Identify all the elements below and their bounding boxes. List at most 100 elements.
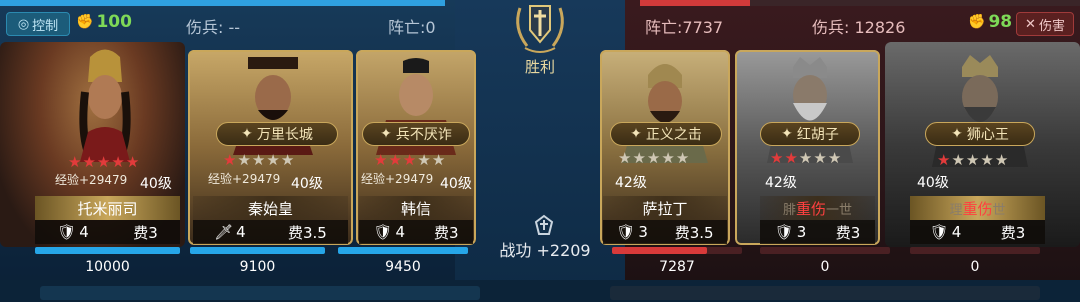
star-icon: ★ <box>266 151 281 169</box>
tank-icon: 🛡 <box>57 223 77 241</box>
bottom-strip <box>0 280 1080 302</box>
level-label: 40级 <box>917 175 949 191</box>
star-rating: ★★★★★ <box>770 149 842 167</box>
control-icon: ◎ <box>17 16 30 32</box>
unit-name: 秦始皇 <box>193 196 348 220</box>
hp-value: 0 <box>970 259 980 275</box>
exp-label: 经验+29479 <box>361 172 434 186</box>
wreath-sword-emblem <box>516 5 564 53</box>
star-icon: ★ <box>965 151 981 169</box>
cost-bar: 🛡 3 费3.5 <box>603 220 727 244</box>
star-icon: ★ <box>618 149 633 167</box>
skill-badge: ✦ 万里长城 <box>216 122 338 146</box>
cost-bar: 🛡 4 费3 <box>35 220 180 244</box>
fist-icon: ✊ <box>968 14 986 30</box>
tank-icon: 🛡 <box>929 223 949 241</box>
exp-label: 经验+29479 <box>208 172 281 186</box>
hp-bar <box>338 247 468 254</box>
unit-name: 托米丽司 <box>35 196 180 220</box>
star-icon: ★ <box>784 149 799 167</box>
skill-icon: ✦ <box>241 126 253 142</box>
level-label: 40级 <box>440 176 472 192</box>
level-label: 42级 <box>765 175 797 191</box>
level-label: 42级 <box>615 175 647 191</box>
skill-badge: ✦ 红胡子 <box>760 122 860 146</box>
skill-badge: ✦ 正义之击 <box>610 122 722 146</box>
cost-bar: 🛡 4 费3 <box>359 220 473 244</box>
star-icon: ★ <box>813 149 828 167</box>
star-icon: ★ <box>770 149 785 167</box>
star-icon: ★ <box>675 149 691 167</box>
star-icon: ★ <box>431 151 447 169</box>
star-icon: ★ <box>980 151 995 169</box>
damage-button[interactable]: ✕ 伤害 <box>1016 12 1074 36</box>
star-rating: ★★★★★ <box>223 151 295 169</box>
left-army-bar <box>0 0 445 6</box>
hp-bar <box>612 247 742 254</box>
cost-bar: 🛡 4 费3 <box>910 220 1045 244</box>
unit-card-richard[interactable]: ✦ 狮心王 ★★★★★ 40级 理重伤世 🛡 4 费3 <box>885 42 1080 247</box>
close-icon: ✕ <box>1025 16 1036 32</box>
unit-name: 理重伤世 <box>910 196 1045 220</box>
right-wounded: 伤兵: 12826 <box>812 18 906 37</box>
unit-card-qinshihuang[interactable]: ✦ 万里长城 ★★★★★ 经验+29479 40级 秦始皇 🗡 4 费3.5 <box>188 50 353 245</box>
control-label: 控制 <box>32 18 59 34</box>
skill-icon: ✦ <box>630 126 642 142</box>
hp-value: 0 <box>820 259 830 275</box>
hp-bar <box>35 247 180 254</box>
cost-bar: 🗡 4 费3.5 <box>193 220 348 244</box>
hp-bar <box>760 247 890 254</box>
unit-card-barbarossa[interactable]: ✦ 红胡子 ★★★★★ 42级 腓重伤 一世 🛡 3 费3 <box>735 50 880 245</box>
star-icon: ★ <box>111 153 126 171</box>
star-rating: ★★★★★ <box>68 153 140 171</box>
star-icon: ★ <box>82 153 97 171</box>
hp-value: 7287 <box>659 259 695 275</box>
right-dead: 阵亡:7737 <box>645 18 724 37</box>
star-rating: ★★★★★ <box>374 151 446 169</box>
damage-label: 伤害 <box>1038 18 1065 34</box>
level-label: 40级 <box>140 176 172 192</box>
unit-name: 萨拉丁 <box>603 196 727 220</box>
star-icon: ★ <box>646 149 662 167</box>
unit-card-hanxin[interactable]: ✦ 兵不厌诈 ★★★★★ 经验+29479 40级 韩信 🛡 4 费3 <box>356 50 476 245</box>
star-icon: ★ <box>374 151 389 169</box>
star-icon: ★ <box>417 151 432 169</box>
hp-value: 10000 <box>85 259 130 275</box>
star-icon: ★ <box>388 151 403 169</box>
unit-name: 韩信 <box>359 196 473 220</box>
control-button[interactable]: ◎ 控制 <box>6 12 70 36</box>
star-icon: ★ <box>280 151 296 169</box>
right-morale: ✊ 98 <box>968 12 1012 32</box>
tank-icon: 🛡 <box>774 223 794 241</box>
star-icon: ★ <box>632 149 647 167</box>
hp-bar <box>910 247 1040 254</box>
star-icon: ★ <box>798 149 814 167</box>
unit-card-tomyris[interactable]: ★★★★★ 经验+29479 40级 托米丽司 🛡 4 费3 <box>0 42 185 247</box>
hp-value: 9450 <box>385 259 421 275</box>
star-icon: ★ <box>994 151 1010 169</box>
star-icon: ★ <box>951 151 966 169</box>
level-label: 40级 <box>291 176 323 192</box>
left-dead: 阵亡:0 <box>388 18 436 37</box>
skill-icon: ✦ <box>380 126 392 142</box>
unit-card-saladin[interactable]: ✦ 正义之击 ★★★★★ 42级 萨拉丁 🛡 3 费3.5 <box>600 50 730 245</box>
star-icon: ★ <box>223 151 238 169</box>
tank-icon: 🛡 <box>373 223 393 241</box>
right-army-bar <box>640 0 1080 6</box>
portrait-tomyris <box>79 49 131 162</box>
star-rating: ★★★★★ <box>618 149 690 167</box>
tank-icon: 🛡 <box>616 223 636 241</box>
sword-icon: 🗡 <box>214 223 234 241</box>
merit-label: 战功 +2209 <box>499 241 591 260</box>
unit-name: 腓重伤 一世 <box>760 196 875 220</box>
exp-label: 经验+29479 <box>55 173 128 187</box>
star-icon: ★ <box>402 151 418 169</box>
left-morale-value: 100 <box>96 12 132 32</box>
star-icon: ★ <box>827 149 843 167</box>
merit-icon <box>534 214 554 235</box>
cost-bar: 🛡 3 费3 <box>760 220 875 244</box>
hp-bar <box>190 247 325 254</box>
star-icon: ★ <box>661 149 676 167</box>
portrait-richard <box>932 55 1028 167</box>
star-icon: ★ <box>937 151 952 169</box>
